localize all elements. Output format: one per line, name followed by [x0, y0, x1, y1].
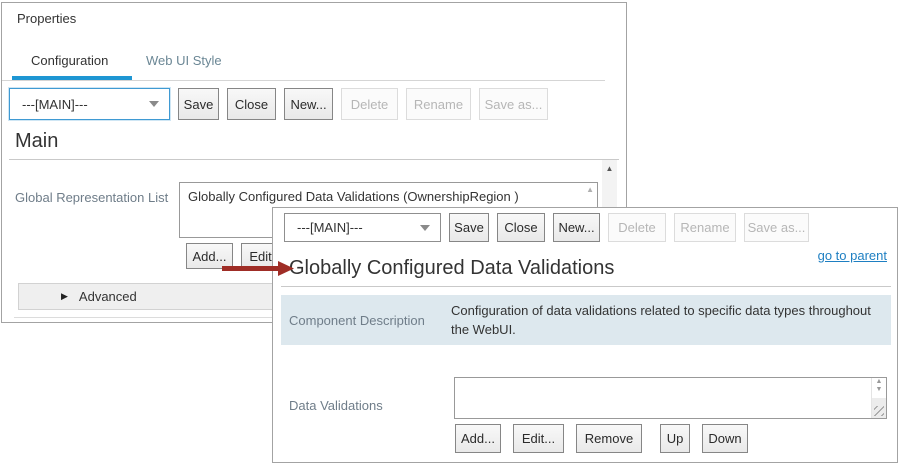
save-button[interactable]: Save [449, 213, 489, 242]
new-button[interactable]: New... [284, 88, 333, 120]
window-title: Properties [17, 11, 76, 26]
global-representation-label: Global Representation List [15, 187, 170, 208]
tab-divider [2, 80, 605, 81]
data-validations-window: ---[MAIN]--- Save Close New... Delete Re… [272, 207, 898, 463]
scroll-down-icon[interactable]: ▼ [876, 386, 883, 394]
caret-down-icon [149, 101, 159, 107]
caret-down-icon [420, 225, 430, 231]
configuration-select[interactable]: ---[MAIN]--- [9, 88, 170, 120]
tab-configuration[interactable]: Configuration [31, 53, 108, 68]
tab-web-ui-style[interactable]: Web UI Style [146, 53, 222, 68]
edit-button[interactable]: Edit... [513, 424, 564, 453]
heading-divider [281, 286, 891, 287]
main-section-heading: Main [15, 130, 58, 153]
data-validations-label: Data Validations [289, 395, 383, 416]
advanced-label: Advanced [79, 289, 137, 304]
global-representation-value: Globally Configured Data Validations (Ow… [188, 189, 519, 204]
resize-grip-icon[interactable] [874, 406, 884, 416]
rename-button[interactable]: Rename [674, 213, 736, 242]
new-button[interactable]: New... [553, 213, 600, 242]
annotation-arrow-icon [218, 257, 298, 281]
heading-divider [9, 159, 619, 160]
delete-button[interactable]: Delete [341, 88, 398, 120]
up-button[interactable]: Up [660, 424, 690, 453]
data-validations-textarea[interactable]: ▲ ▼ [454, 377, 887, 419]
save-as-button[interactable]: Save as... [479, 88, 548, 120]
configuration-select-value: ---[MAIN]--- [22, 97, 88, 112]
close-button[interactable]: Close [227, 88, 276, 120]
rename-button[interactable]: Rename [406, 88, 471, 120]
delete-button[interactable]: Delete [608, 213, 666, 242]
component-description-label: Component Description [289, 310, 451, 331]
configuration-select[interactable]: ---[MAIN]--- [284, 213, 441, 242]
component-description-section: Component Description Configuration of d… [281, 295, 891, 345]
component-description-text: Configuration of data validations relate… [451, 301, 871, 339]
remove-button[interactable]: Remove [576, 424, 642, 453]
add-button[interactable]: Add... [455, 424, 501, 453]
save-button[interactable]: Save [178, 88, 219, 120]
expand-arrow-icon: ▶ [61, 291, 68, 302]
scrollbar-up-icon[interactable]: ▲ [602, 160, 617, 173]
scroll-up-icon[interactable]: ▲ [586, 185, 594, 195]
down-button[interactable]: Down [702, 424, 748, 453]
configuration-select-value: ---[MAIN]--- [297, 220, 363, 235]
config-toolbar: ---[MAIN]--- Save Close New... Delete Re… [284, 213, 809, 242]
scroll-up-icon[interactable]: ▲ [876, 378, 883, 386]
go-to-parent-link[interactable]: go to parent [818, 248, 887, 263]
close-button[interactable]: Close [497, 213, 545, 242]
config-toolbar: ---[MAIN]--- Save Close New... Delete Re… [9, 88, 548, 120]
page-title: Globally Configured Data Validations [289, 257, 614, 280]
save-as-button[interactable]: Save as... [744, 213, 809, 242]
data-validations-actions: Add... Edit... Remove Up Down [455, 424, 748, 453]
